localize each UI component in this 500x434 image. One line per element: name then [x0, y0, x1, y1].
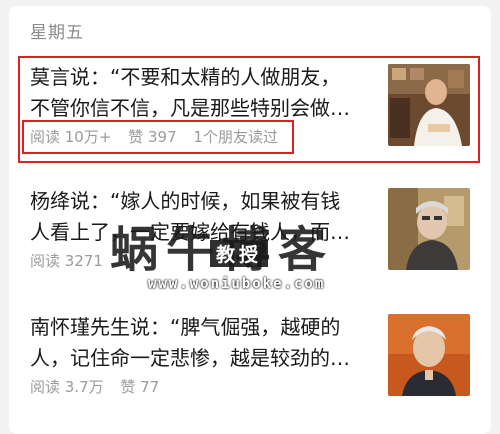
meta-highlight-box [22, 120, 294, 154]
article-thumbnail[interactable] [388, 188, 470, 270]
article-thumbnail[interactable] [388, 314, 470, 396]
article-item[interactable]: 杨绛说：“嫁人的时候，如果被有钱 人看上了，一定要嫁给有钱人，而… 阅读 327… [30, 186, 480, 286]
day-header: 星期五 [30, 23, 84, 43]
read-count: 阅读 3.7万 [30, 378, 104, 396]
read-count: 阅读 3271 [30, 252, 103, 270]
article-title[interactable]: 杨绛说：“嫁人的时候，如果被有钱 人看上了，一定要嫁给有钱人，而… [30, 186, 370, 248]
article-meta: 阅读 3271 [30, 250, 115, 271]
article-meta: 阅读 3.7万 赞 77 [30, 376, 171, 397]
article-item[interactable]: 南怀瑾先生说：“脾气倔强，越硬的 人，记住命一定悲惨，越是较劲的… 阅读 3.7… [30, 312, 480, 412]
article-title[interactable]: 南怀瑾先生说：“脾气倔强，越硬的 人，记住命一定悲惨，越是较劲的… [30, 312, 370, 374]
like-count: 赞 77 [120, 378, 160, 396]
